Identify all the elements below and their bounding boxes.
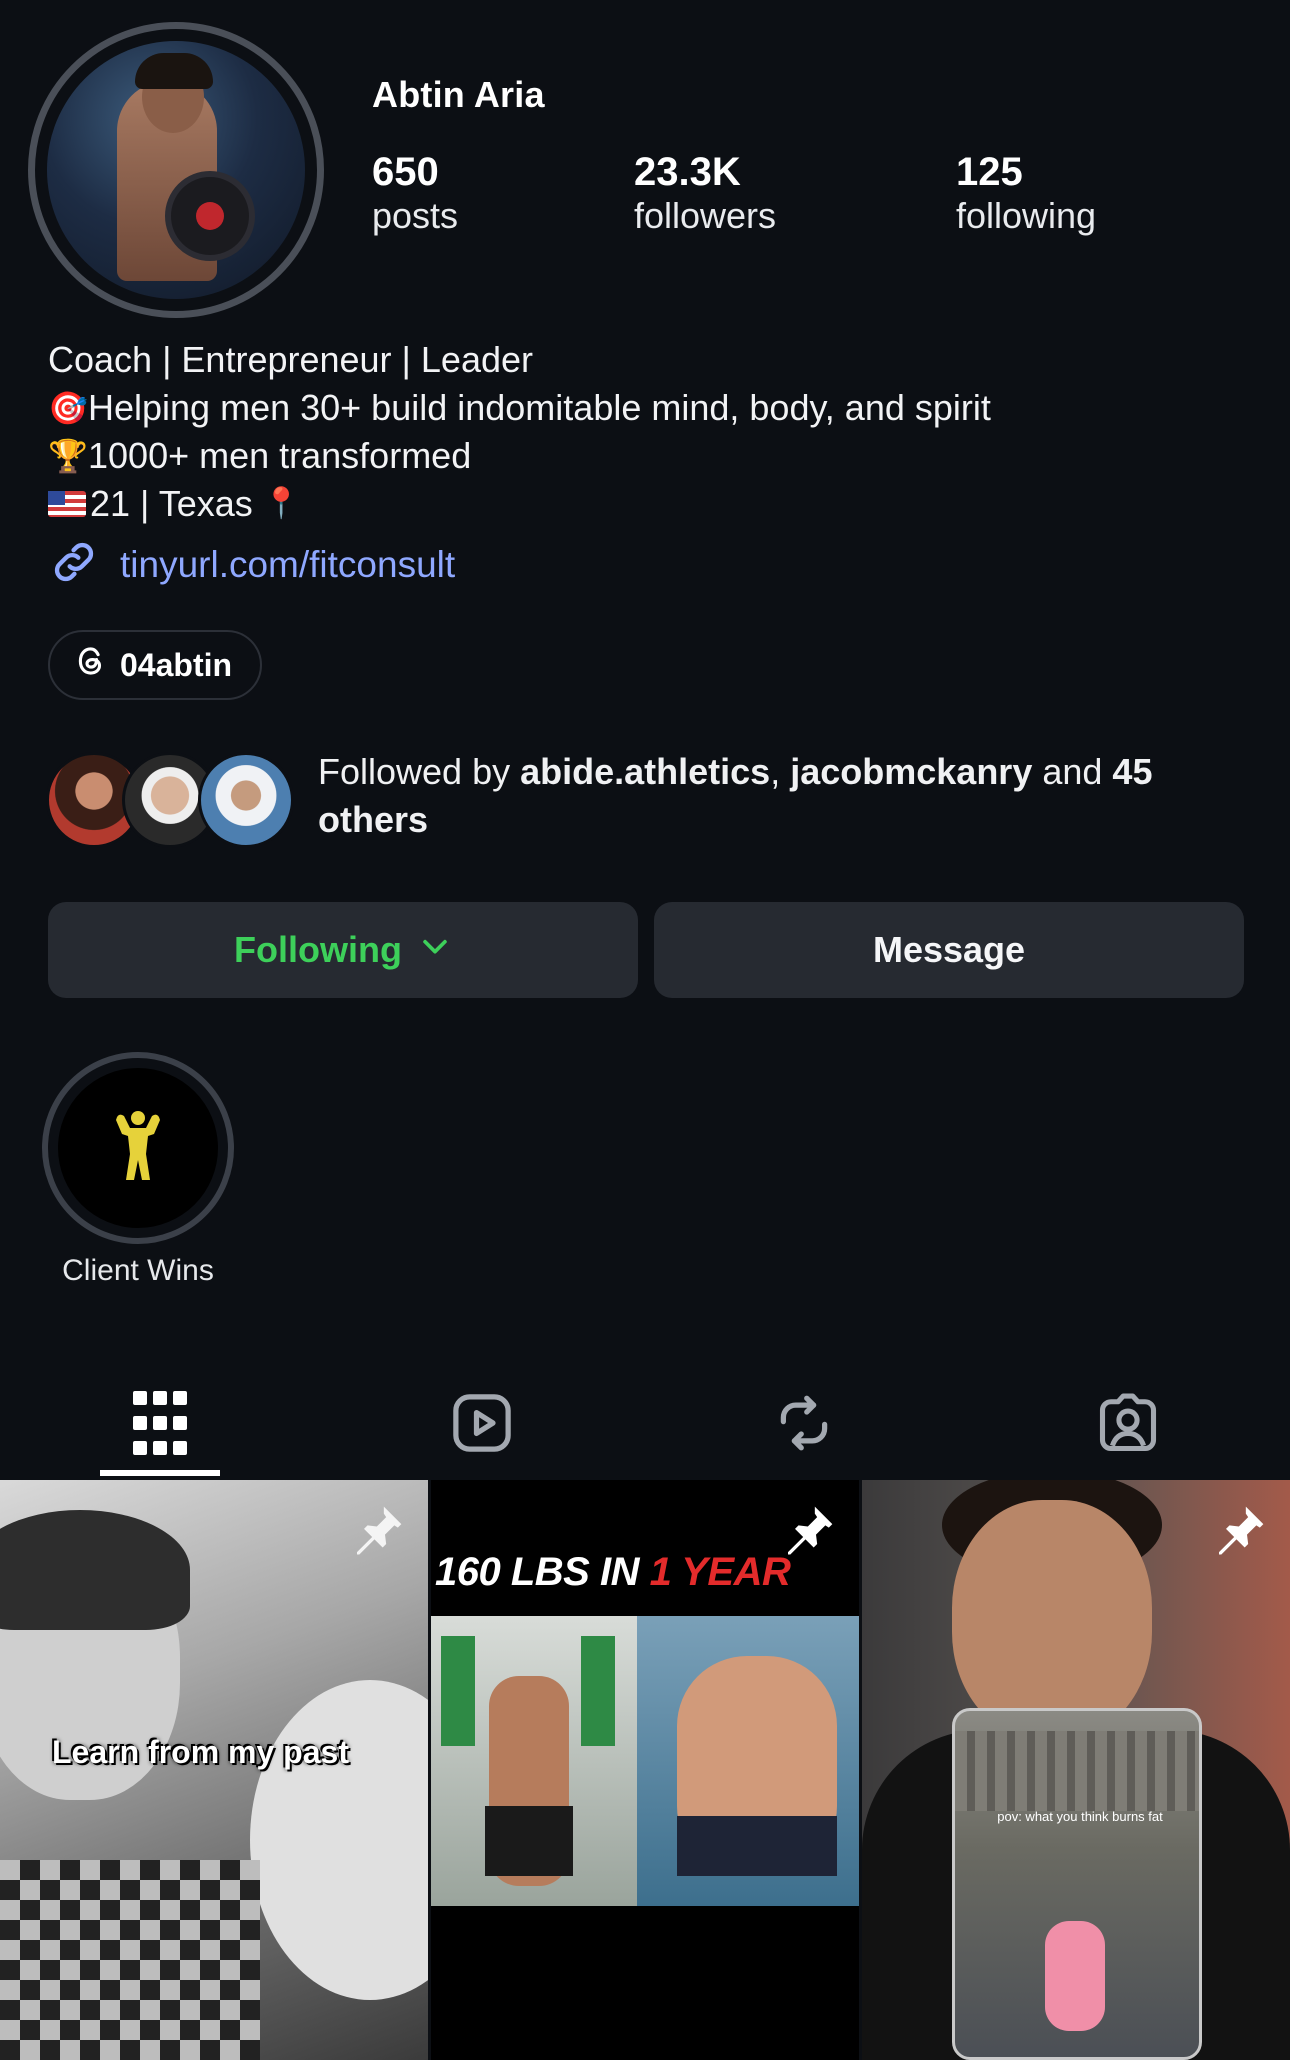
profile-name: Abtin Aria	[372, 74, 545, 115]
post-caption: Learn from my past	[52, 1734, 349, 1770]
post-grid: Learn from my past 160 LBS IN 1 YEAR pov…	[0, 1480, 1290, 2060]
pin-location-icon: 📍	[262, 487, 301, 520]
tab-reels[interactable]	[412, 1370, 552, 1480]
tagged-icon	[1094, 1389, 1162, 1462]
bio-line-2-text: Helping men 30+ build indomitable mind, …	[88, 387, 991, 428]
stat-followers-label: followers	[634, 195, 777, 236]
highlight-client-wins[interactable]	[42, 1052, 234, 1244]
post-tile-1[interactable]: Learn from my past	[0, 1480, 428, 2060]
profile-link[interactable]: tinyurl.com/fitconsult	[48, 536, 455, 593]
profile-avatar-ring[interactable]	[28, 22, 324, 318]
profile-bio: Coach | Entrepreneur | Leader 🎯 Helping …	[48, 336, 991, 528]
bio-line-4: 21 | Texas 📍	[48, 480, 991, 528]
pin-icon	[1212, 1502, 1268, 1563]
bio-line-2: 🎯 Helping men 30+ build indomitable mind…	[48, 384, 991, 432]
stat-followers-value: 23.3K	[634, 150, 741, 194]
post-overlay-text: pov: what you think burns fat	[997, 1809, 1163, 1824]
link-text[interactable]: tinyurl.com/fitconsult	[120, 544, 455, 586]
bio-line-1: Coach | Entrepreneur | Leader	[48, 336, 991, 384]
bio-line-3: 🏆 1000+ men transformed	[48, 432, 991, 480]
followed-by-prefix: Followed by	[318, 751, 521, 792]
threads-icon	[74, 644, 108, 686]
message-button[interactable]: Message	[654, 902, 1244, 998]
post-title-red: 1 YEAR	[649, 1550, 791, 1594]
post-tile-3[interactable]: pov: what you think burns fat	[862, 1480, 1290, 2060]
stat-following-value: 125	[956, 150, 1023, 194]
stat-following-label: following	[956, 195, 1097, 236]
tab-reposts[interactable]	[734, 1370, 874, 1480]
following-label: Following	[234, 929, 402, 970]
followed-by-text[interactable]: Followed by abide.athletics, jacobmckanr…	[318, 748, 1258, 844]
us-flag-icon	[48, 491, 86, 517]
stat-posts[interactable]: 650 posts	[372, 150, 458, 237]
stat-followers[interactable]: 23.3K followers	[634, 150, 776, 237]
link-icon	[48, 536, 100, 593]
followed-user-1[interactable]: abide.athletics	[520, 751, 770, 792]
avatar	[198, 752, 294, 848]
followed-by-avatars[interactable]	[46, 752, 296, 852]
stat-posts-label: posts	[372, 195, 459, 236]
pin-icon	[781, 1502, 837, 1563]
threads-handle: 04abtin	[120, 646, 233, 683]
highlight-label: Client Wins	[62, 1254, 214, 1287]
threads-badge[interactable]: 04abtin	[48, 630, 262, 700]
bio-line-1-text: Coach | Entrepreneur | Leader	[48, 339, 533, 380]
target-icon: 🎯	[48, 390, 88, 426]
followed-others: others	[318, 799, 429, 840]
post-title-white: 160 LBS IN	[435, 1550, 650, 1594]
followed-and: and	[1032, 751, 1113, 792]
tab-grid[interactable]	[90, 1370, 230, 1480]
highlight-cover	[58, 1068, 218, 1228]
post-tile-2[interactable]: 160 LBS IN 1 YEAR	[431, 1480, 859, 2060]
stat-following[interactable]: 125 following	[956, 150, 1096, 237]
followed-count: 45	[1112, 751, 1153, 792]
tab-tagged[interactable]	[1058, 1370, 1198, 1480]
followed-user-2[interactable]: jacobmckanry	[790, 751, 1032, 792]
chevron-down-icon	[418, 929, 452, 972]
pin-icon	[350, 1502, 406, 1563]
following-button[interactable]: Following	[48, 902, 638, 998]
bio-line-4-text: 21 | Texas	[90, 483, 263, 524]
profile-tabs	[0, 1370, 1290, 1480]
grid-icon	[131, 1389, 189, 1462]
followed-separator: ,	[770, 751, 791, 792]
bio-line-3-text: 1000+ men transformed	[88, 435, 472, 476]
trophy-icon: 🏆	[48, 438, 88, 474]
stat-posts-value: 650	[372, 150, 439, 194]
message-label: Message	[872, 929, 1026, 970]
flexing-man-icon	[108, 1106, 168, 1191]
play-icon	[449, 1390, 515, 1461]
repost-icon	[771, 1390, 837, 1461]
embedded-video: pov: what you think burns fat	[952, 1708, 1202, 2060]
profile-avatar	[47, 41, 305, 299]
active-tab-indicator	[100, 1470, 220, 1476]
